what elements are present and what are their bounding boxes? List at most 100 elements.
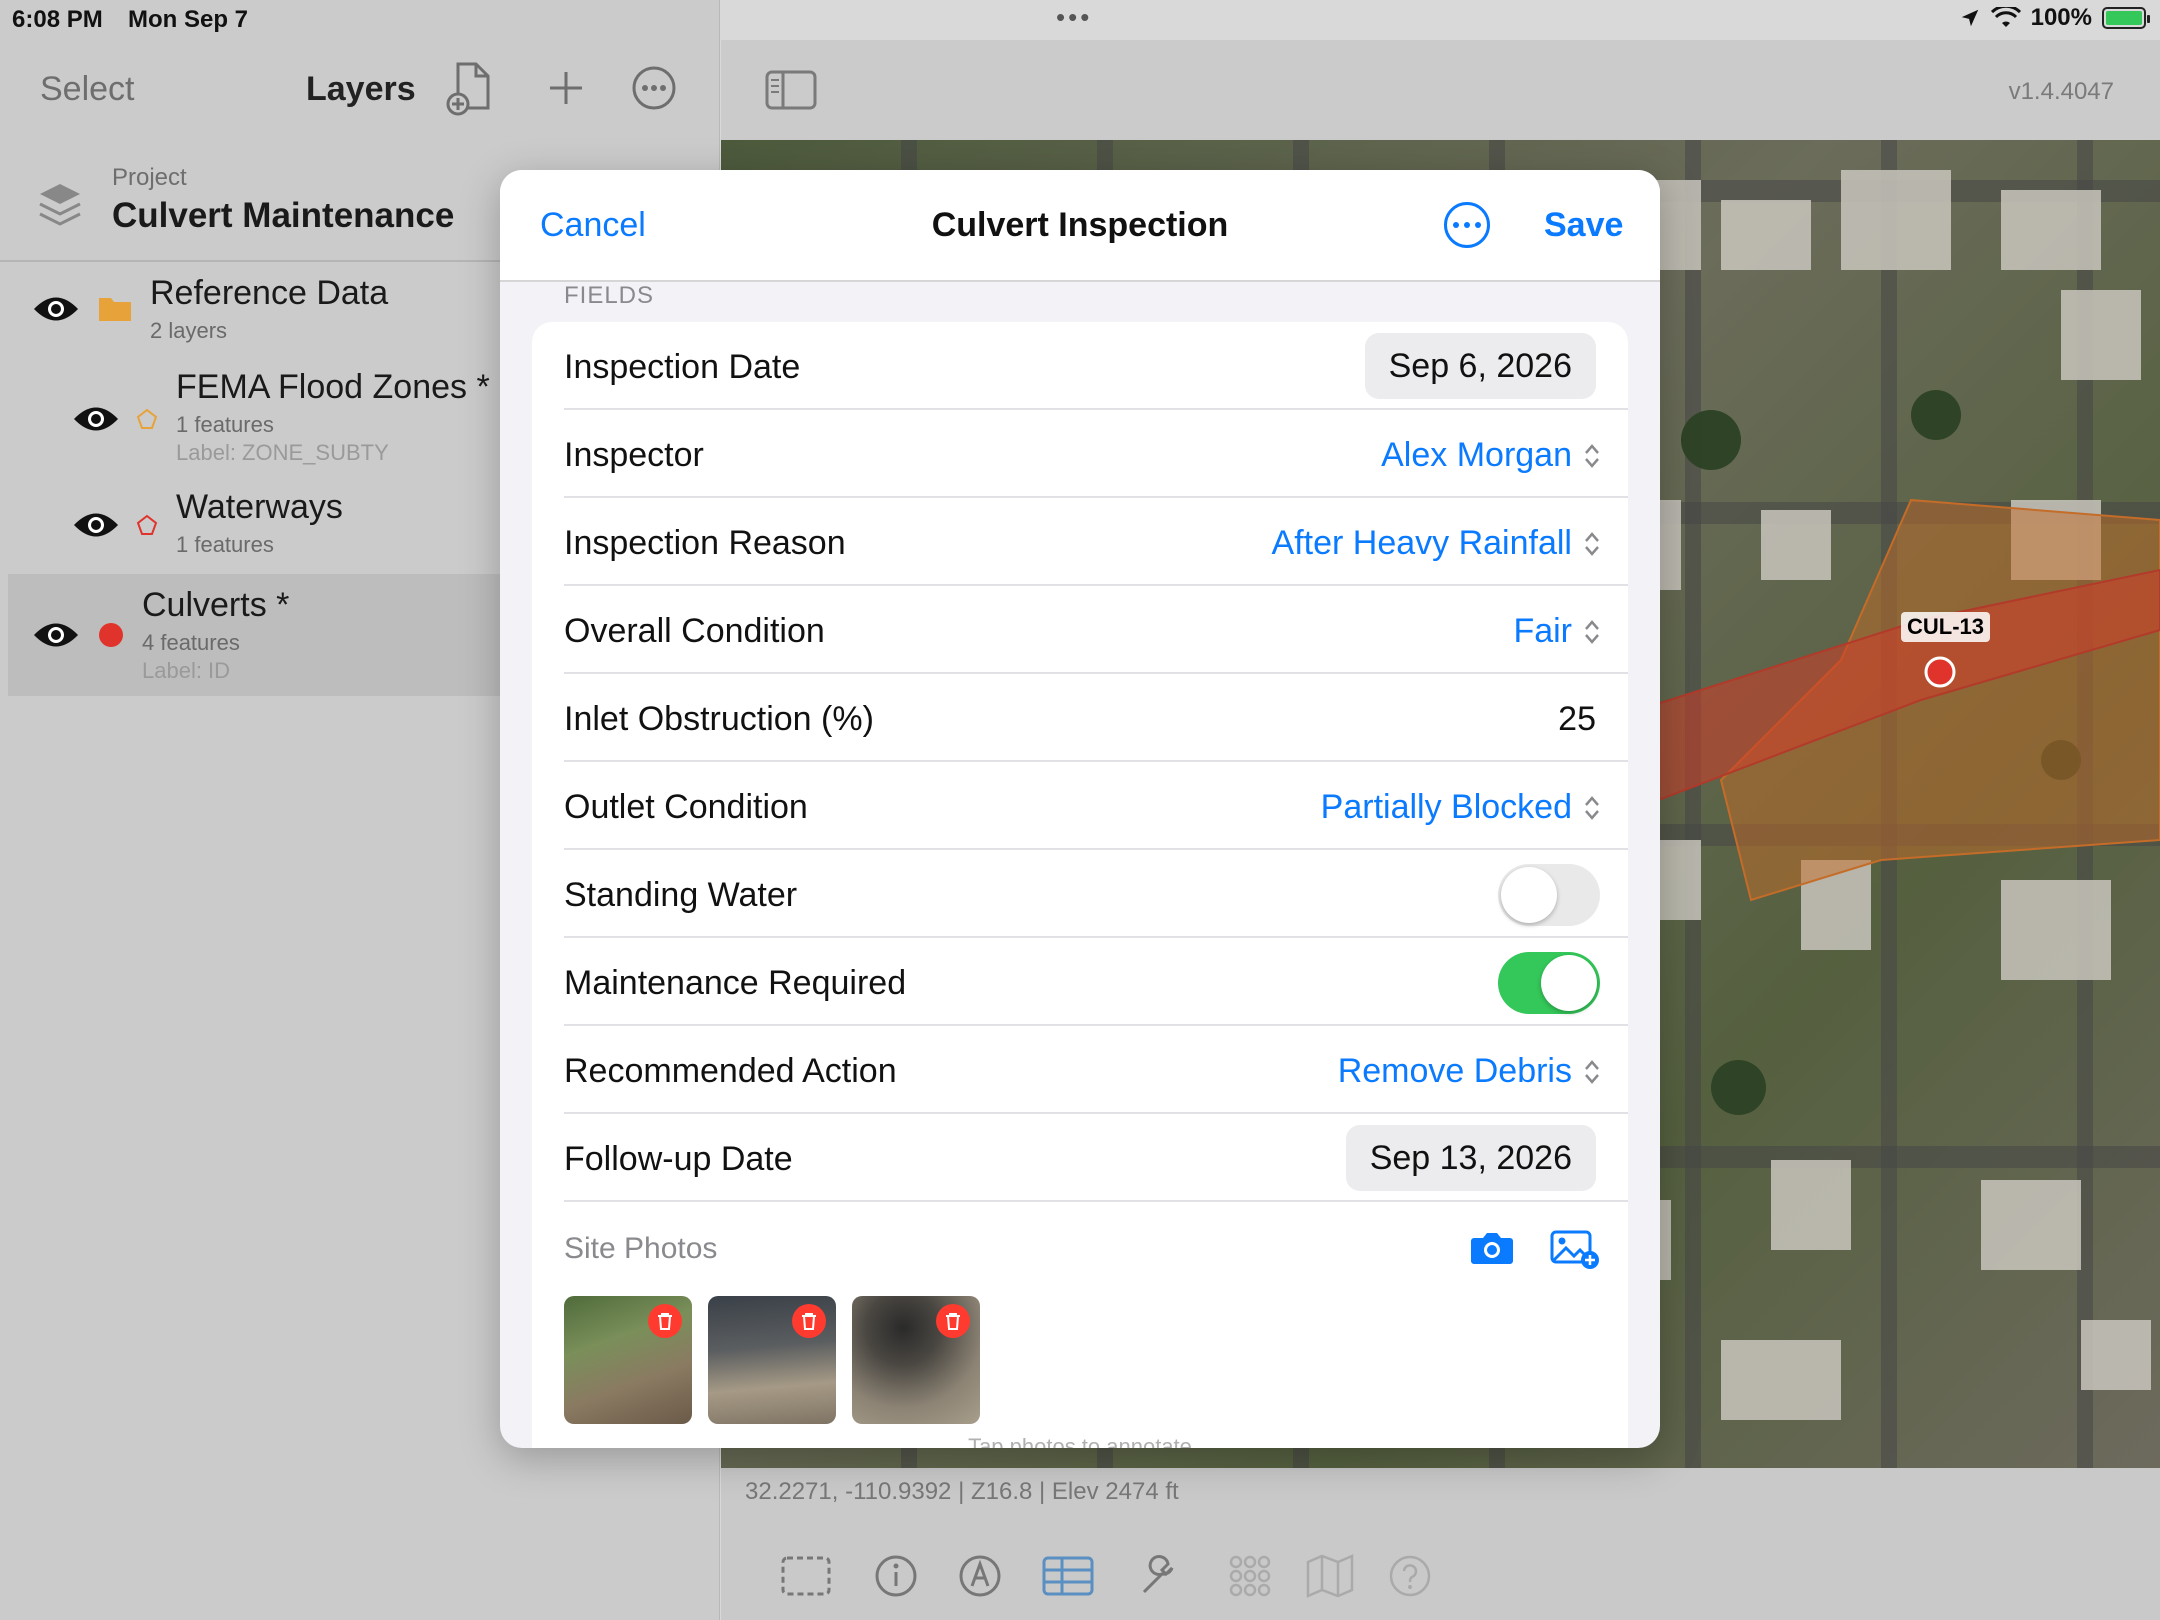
- status-right: 100%: [1959, 4, 2150, 32]
- more-options-icon[interactable]: [626, 60, 682, 116]
- overall-condition-select[interactable]: Fair: [1513, 612, 1600, 651]
- sidebar-title: Layers: [306, 70, 416, 108]
- followup-date-picker[interactable]: Sep 13, 2026: [1345, 1125, 1596, 1191]
- feature-label[interactable]: CUL-13: [1901, 612, 1991, 642]
- help-tool-icon[interactable]: [1382, 1548, 1438, 1604]
- layer-count: 1 features: [176, 532, 274, 557]
- status-time: 6:08 PM: [12, 6, 103, 33]
- polygon-icon: [136, 408, 158, 429]
- field-overall-condition: Overall Condition Fair: [564, 586, 1628, 674]
- layer-label-field: Label: ZONE_SUBTY: [176, 440, 389, 465]
- section-header-fields: FIELDS: [564, 282, 655, 309]
- inspection-form-modal: Cancel Culvert Inspection Save FIELDS In…: [500, 170, 1660, 1448]
- site-photo-thumbnail[interactable]: [564, 1296, 692, 1424]
- field-recommended-action: Recommended Action Remove Debris: [564, 1026, 1628, 1114]
- table-tool-icon[interactable]: [1040, 1548, 1096, 1604]
- field-label: Recommended Action: [564, 1052, 897, 1090]
- select-value: Fair: [1513, 612, 1572, 650]
- status-date: Mon Sep 7: [128, 6, 249, 33]
- basemap-tool-icon[interactable]: [1302, 1548, 1358, 1604]
- project-label: Project: [112, 164, 187, 191]
- site-photo-thumbnail[interactable]: [852, 1296, 980, 1424]
- point-icon: [99, 623, 123, 647]
- field-maintenance-required: Maintenance Required: [564, 938, 1628, 1026]
- field-label: Maintenance Required: [564, 964, 907, 1002]
- battery-icon: [2102, 7, 2150, 29]
- chevron-updown-icon: [1585, 795, 1599, 820]
- field-inspection-date: Inspection Date Sep 6, 2026: [564, 322, 1628, 410]
- select-button[interactable]: Select: [40, 70, 135, 109]
- field-label: Inspection Reason: [564, 524, 846, 562]
- delete-photo-button[interactable]: [648, 1304, 682, 1338]
- delete-photo-button[interactable]: [792, 1304, 826, 1338]
- field-label: Inspector: [564, 436, 704, 474]
- delete-photo-button[interactable]: [936, 1304, 970, 1338]
- add-document-icon[interactable]: [442, 60, 498, 116]
- layer-name: Waterways: [176, 488, 343, 526]
- field-label: Inlet Obstruction (%): [564, 700, 874, 738]
- field-followup-date: Follow-up Date Sep 13, 2026: [564, 1114, 1628, 1202]
- grid-tool-icon[interactable]: [1222, 1548, 1278, 1604]
- field-label: Standing Water: [564, 876, 798, 914]
- recommended-action-select[interactable]: Remove Debris: [1338, 1052, 1600, 1091]
- add-photo-icon[interactable]: [1550, 1230, 1600, 1270]
- trash-icon: [946, 1313, 960, 1330]
- field-label: Inspection Date: [564, 348, 801, 386]
- site-photo-thumbnail[interactable]: [708, 1296, 836, 1424]
- select-value: After Heavy Rainfall: [1271, 524, 1572, 562]
- visibility-eye-icon[interactable]: [32, 620, 80, 650]
- more-options-button[interactable]: [1444, 202, 1490, 248]
- layer-count: 1 features: [176, 412, 274, 437]
- inlet-obstruction-input[interactable]: 25: [1558, 700, 1596, 739]
- project-name: Culvert Maintenance: [112, 196, 455, 235]
- site-photos-label: Site Photos: [564, 1232, 718, 1265]
- layer-name: Reference Data: [150, 274, 389, 312]
- field-inlet-obstruction: Inlet Obstruction (%) 25: [564, 674, 1628, 762]
- field-standing-water: Standing Water: [564, 850, 1628, 938]
- inspector-select[interactable]: Alex Morgan: [1381, 436, 1600, 475]
- outlet-condition-select[interactable]: Partially Blocked: [1321, 788, 1600, 827]
- standing-water-toggle[interactable]: [1498, 864, 1600, 926]
- chevron-updown-icon: [1585, 619, 1599, 644]
- sketch-tool-icon[interactable]: [952, 1548, 1008, 1604]
- chevron-updown-icon: [1585, 1059, 1599, 1084]
- select-value: Partially Blocked: [1320, 788, 1572, 826]
- visibility-eye-icon[interactable]: [32, 294, 80, 324]
- multitasking-dots[interactable]: •••: [1056, 2, 1092, 33]
- photos-hint: Tap photos to annotate: [968, 1434, 1192, 1448]
- layers-stack-icon: [39, 184, 81, 226]
- modal-header: Cancel Culvert Inspection Save: [500, 170, 1660, 282]
- layer-count: 2 layers: [150, 318, 228, 343]
- chevron-updown-icon: [1585, 531, 1599, 556]
- layer-label-field: Label: ID: [142, 658, 231, 683]
- folder-icon: [99, 298, 131, 321]
- visibility-eye-icon[interactable]: [72, 404, 120, 434]
- inspection-date-picker[interactable]: Sep 6, 2026: [1364, 333, 1596, 399]
- sidebar-toggle-icon[interactable]: [765, 70, 817, 110]
- add-layer-icon[interactable]: [538, 60, 594, 116]
- field-label: Overall Condition: [564, 612, 825, 650]
- field-label: Outlet Condition: [564, 788, 808, 826]
- info-tool-icon[interactable]: [868, 1548, 924, 1604]
- map-coordinates: 32.2271, -110.9392 | Z16.8 | Elev 2474 f…: [745, 1478, 1179, 1505]
- inspection-reason-select[interactable]: After Heavy Rainfall: [1272, 524, 1600, 563]
- wrench-tool-icon[interactable]: [1132, 1548, 1188, 1604]
- chevron-updown-icon: [1585, 443, 1599, 468]
- visibility-eye-icon[interactable]: [72, 510, 120, 540]
- trash-icon: [802, 1313, 816, 1330]
- fields-card: Inspection Date Sep 6, 2026 Inspector Al…: [532, 322, 1628, 1448]
- layer-count: 4 features: [142, 630, 240, 655]
- maintenance-required-toggle[interactable]: [1498, 952, 1600, 1014]
- save-button[interactable]: Save: [1544, 206, 1623, 245]
- select-value: Alex Morgan: [1381, 436, 1572, 474]
- app-version: v1.4.4047: [2008, 78, 2114, 105]
- camera-icon[interactable]: [1470, 1230, 1514, 1266]
- wifi-icon: [1990, 7, 2021, 27]
- layer-name: Culverts *: [142, 586, 290, 624]
- layer-name: FEMA Flood Zones *: [176, 368, 490, 406]
- battery-percent: 100%: [2030, 4, 2092, 31]
- field-outlet-condition: Outlet Condition Partially Blocked: [564, 762, 1628, 850]
- select-value: Remove Debris: [1337, 1052, 1572, 1090]
- status-bar: 6:08 PM Mon Sep 7 ••• 100%: [0, 0, 2160, 40]
- select-area-tool-icon[interactable]: [778, 1548, 834, 1604]
